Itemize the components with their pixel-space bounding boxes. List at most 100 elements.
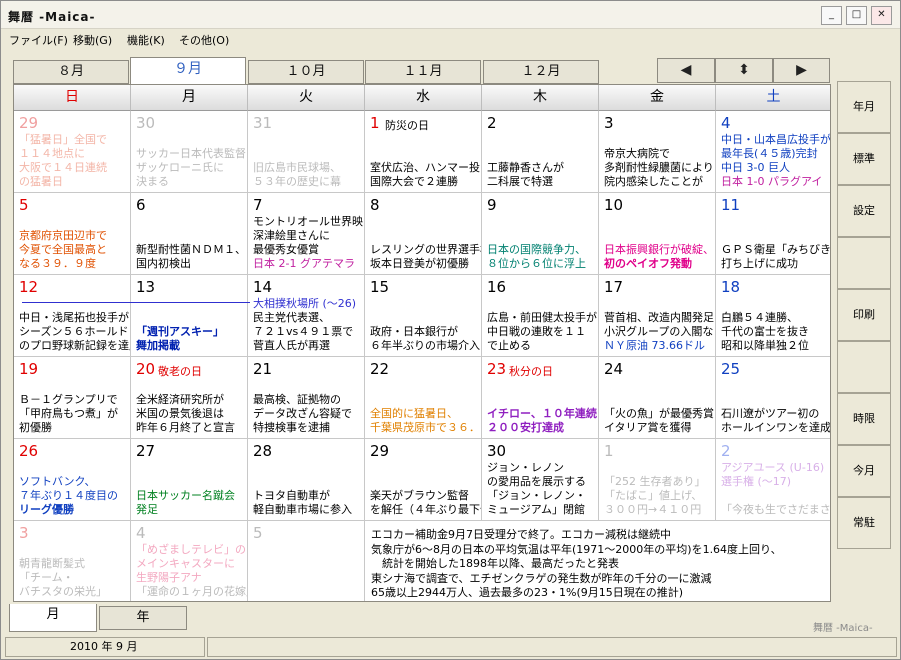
- day-cell[interactable]: 19 Ｂ－１グランプリで 「甲府鳥もつ煮」が 初優勝: [14, 357, 131, 439]
- day-cell[interactable]: 12 中日・浅尾拓也投手が シーズン５６ホールド のプロ野球新記録を達成: [14, 275, 131, 357]
- event-text: 二科展で特選: [487, 175, 553, 188]
- event-text: 京都府京田辺市で: [19, 229, 107, 242]
- event-text: 選手権 (～17): [721, 475, 792, 488]
- day-cell[interactable]: 31 旧広島市民球場、 ５３年の歴史に幕: [248, 111, 365, 193]
- day-cell[interactable]: 18 白鵬５４連勝、 千代の富士を抜き 昭和以降単独２位: [716, 275, 830, 357]
- day-cell[interactable]: 20 敬老の日 全米経済研究所が 米国の景気後退は 昨年６月終了と宣言: [131, 357, 248, 439]
- tab-month-november[interactable]: １１月: [365, 60, 481, 84]
- day-cell[interactable]: 3 朝青龍断髪式 「チーム・ バチスタの栄光」: [14, 521, 131, 601]
- month-notes[interactable]: エコカー補助金9月7日受理分で終了。エコカー減税は継続中 気象庁が6～8月の日本の…: [370, 526, 830, 601]
- day-cell[interactable]: 2アジアユース (U-16)選手権 (～17) 「今夜も生でさだまさし」: [716, 439, 830, 521]
- day-cell[interactable]: 17 菅首相、改造内閣発足 小沢グループの入閣なし ＮＹ原油 73.66ドル: [599, 275, 716, 357]
- event-text: ７年ぶり１４度目の: [19, 489, 118, 502]
- event-text: 国際大会で２連勝: [370, 175, 458, 188]
- day-cell[interactable]: 16 広島・前田健太投手が 中日戦の連敗を１１ で止める: [482, 275, 599, 357]
- weekday-5: 金: [599, 85, 716, 111]
- day-cell[interactable]: 5 京都府京田辺市で 今夏で全国最高と なる３９．９度: [14, 193, 131, 275]
- event-text: 軽自動車市場に参入: [253, 503, 352, 516]
- day-cell[interactable]: 22 全国的に猛暑日、千葉県茂原市で３６．５度: [365, 357, 482, 439]
- day-cell[interactable]: 2 工藤静香さんが 二科展で特選: [482, 111, 599, 193]
- day-cell[interactable]: 11 ＧＰＳ衛星「みちびき」 打ち上げに成功: [716, 193, 830, 275]
- side-button-3[interactable]: [837, 237, 891, 289]
- tab-month-december[interactable]: １２月: [483, 60, 599, 84]
- triangle-right-icon: ▶: [796, 62, 807, 78]
- up-down-arrows-icon: ⬍: [738, 62, 750, 78]
- side-button-1[interactable]: 標準: [837, 133, 891, 185]
- day-cell[interactable]: 27 日本サッカー名蹴会 発足: [131, 439, 248, 521]
- side-button-8[interactable]: 常駐: [837, 497, 891, 549]
- day-cell[interactable]: 6 新型耐性菌ＮＤＭ１、 国内初検出: [131, 193, 248, 275]
- day-number: 4: [721, 114, 731, 132]
- day-cell[interactable]: 30 ジョン・レノン の愛用品を展示する 「ジョン・レノン・ ミュージアム」閉館: [482, 439, 599, 521]
- day-number: 1: [604, 442, 614, 460]
- side-button-0[interactable]: 年月: [837, 81, 891, 133]
- day-cell[interactable]: 1 「252 生存者あり」 「たばこ」値上げ、 ３００円→４１０円: [599, 439, 716, 521]
- close-button[interactable]: ✕: [871, 6, 892, 25]
- day-cell[interactable]: 29 「猛暑日」全国で １１４地点に 大阪で１４日連続 の猛暑日: [14, 111, 131, 193]
- day-cell[interactable]: 15 政府・日本銀行が ６年半ぶりの市場介入: [365, 275, 482, 357]
- event-text: 初のペイオフ発動: [604, 257, 692, 270]
- day-number: 3: [19, 524, 29, 542]
- day-cell[interactable]: 5: [248, 521, 365, 601]
- event-text: 最高検、証拠物の: [253, 393, 341, 406]
- event-text: 広島・前田健太投手が: [487, 311, 597, 324]
- menu-function[interactable]: 機能(K): [127, 32, 165, 48]
- menu-other[interactable]: その他(O): [179, 32, 229, 48]
- tab-view-year[interactable]: 年: [99, 606, 187, 630]
- day-number: 31: [253, 114, 273, 132]
- day-number: 14: [253, 278, 273, 296]
- tab-month-october[interactable]: １０月: [248, 60, 364, 84]
- day-number: 16: [487, 278, 507, 296]
- day-cell[interactable]: 7モントリオール世界映画祭深津絵里さんに最優秀女優賞日本 2-1 グアテマラ: [248, 193, 365, 275]
- day-cell[interactable]: 21 最高検、証拠物の データ改ざん容疑で 特捜検事を逮捕: [248, 357, 365, 439]
- event-text: 日本 1-0 パラグアイ: [721, 175, 823, 188]
- minimize-button[interactable]: _: [821, 6, 842, 25]
- event-text: 工藤静香さんが: [487, 161, 564, 174]
- day-cell[interactable]: 29 楽天がブラウン監督を解任（４年ぶり最下位）: [365, 439, 482, 521]
- event-text: １１４地点に: [19, 147, 85, 160]
- event-text: 中日・浅尾拓也投手が: [19, 311, 129, 324]
- side-button-7[interactable]: 今月: [837, 445, 891, 497]
- day-cell[interactable]: 23 秋分の日 イチロー、１０年連続 ２００安打達成: [482, 357, 599, 439]
- day-cell[interactable]: 1 防災の日 室伏広治、ハンマー投げ 国際大会で２連勝: [365, 111, 482, 193]
- event-text: ホールインワンを達成: [721, 421, 831, 434]
- day-cell[interactable]: 26 ソフトバンク、 ７年ぶり１４度目の リーグ優勝: [14, 439, 131, 521]
- day-cell[interactable]: 24 「火の魚」が最優秀賞 イタリア賞を獲得: [599, 357, 716, 439]
- updown-button[interactable]: ⬍: [715, 58, 773, 83]
- tab-view-month[interactable]: 月: [9, 604, 97, 632]
- event-text: 「猛暑日」全国で: [19, 133, 107, 146]
- day-number: 4: [136, 524, 146, 542]
- day-number: 10: [604, 196, 624, 214]
- side-button-5[interactable]: [837, 341, 891, 393]
- side-button-2[interactable]: 設定: [837, 185, 891, 237]
- day-cell[interactable]: 28 トヨタ自動車が 軽自動車市場に参入: [248, 439, 365, 521]
- day-cell[interactable]: 30 サッカー日本代表監督 ザッケローニ氏に 決まる: [131, 111, 248, 193]
- maximize-button[interactable]: □: [846, 6, 867, 25]
- menu-file[interactable]: ファイル(F): [9, 32, 68, 48]
- side-button-4[interactable]: 印刷: [837, 289, 891, 341]
- day-cell[interactable]: 8 レスリングの世界選手権 坂本日登美が初優勝: [365, 193, 482, 275]
- event-text: の愛用品を展示する: [487, 475, 586, 488]
- day-cell[interactable]: 4 「めざましテレビ」の メインキャスターに 生野陽子アナ 「運命の１ヶ月の花嫁」: [131, 521, 248, 601]
- day-cell[interactable]: 13 「週刊アスキー」 舞加掲載: [131, 275, 248, 357]
- day-cell[interactable]: 9 日本の国際競争力、 ８位から６位に浮上: [482, 193, 599, 275]
- day-cell[interactable]: 25 石川遼がツアー初の ホールインワンを達成: [716, 357, 831, 439]
- event-text: 昭和以降単独２位: [721, 339, 809, 352]
- side-button-6[interactable]: 時限: [837, 393, 891, 445]
- event-text: 「めざましテレビ」の: [136, 543, 246, 556]
- tab-month-september[interactable]: ９月: [130, 57, 246, 85]
- day-cell[interactable]: 14 大相撲秋場所 (～26) 民主党代表選、 ７２１vs４９１票で 菅直人氏が再選: [248, 275, 365, 357]
- event-text: 「252 生存者あり」: [604, 475, 706, 488]
- event-text: ２００安打達成: [487, 421, 564, 434]
- next-month-button[interactable]: ▶: [773, 58, 830, 83]
- day-cell[interactable]: 3 帝京大病院で 多剤耐性緑膿菌により 院内感染したことが: [599, 111, 716, 193]
- day-number: 1: [370, 114, 380, 132]
- triangle-left-icon: ◀: [680, 62, 692, 78]
- title-bar[interactable]: 舞暦 -Maica- _ □ ✕: [1, 1, 900, 29]
- day-cell[interactable]: 4 中日・山本昌広投手が 最年長(４５歳)完封 中日 3-0 巨人 日本 1-0 パラグ…: [716, 111, 830, 193]
- prev-month-button[interactable]: ◀: [657, 58, 715, 83]
- tab-month-august[interactable]: ８月: [13, 60, 129, 84]
- day-cell[interactable]: 10 日本振興銀行が破綻、 初のペイオフ発動: [599, 193, 716, 275]
- day-number: 29: [19, 114, 39, 132]
- menu-move[interactable]: 移動(G): [73, 32, 112, 48]
